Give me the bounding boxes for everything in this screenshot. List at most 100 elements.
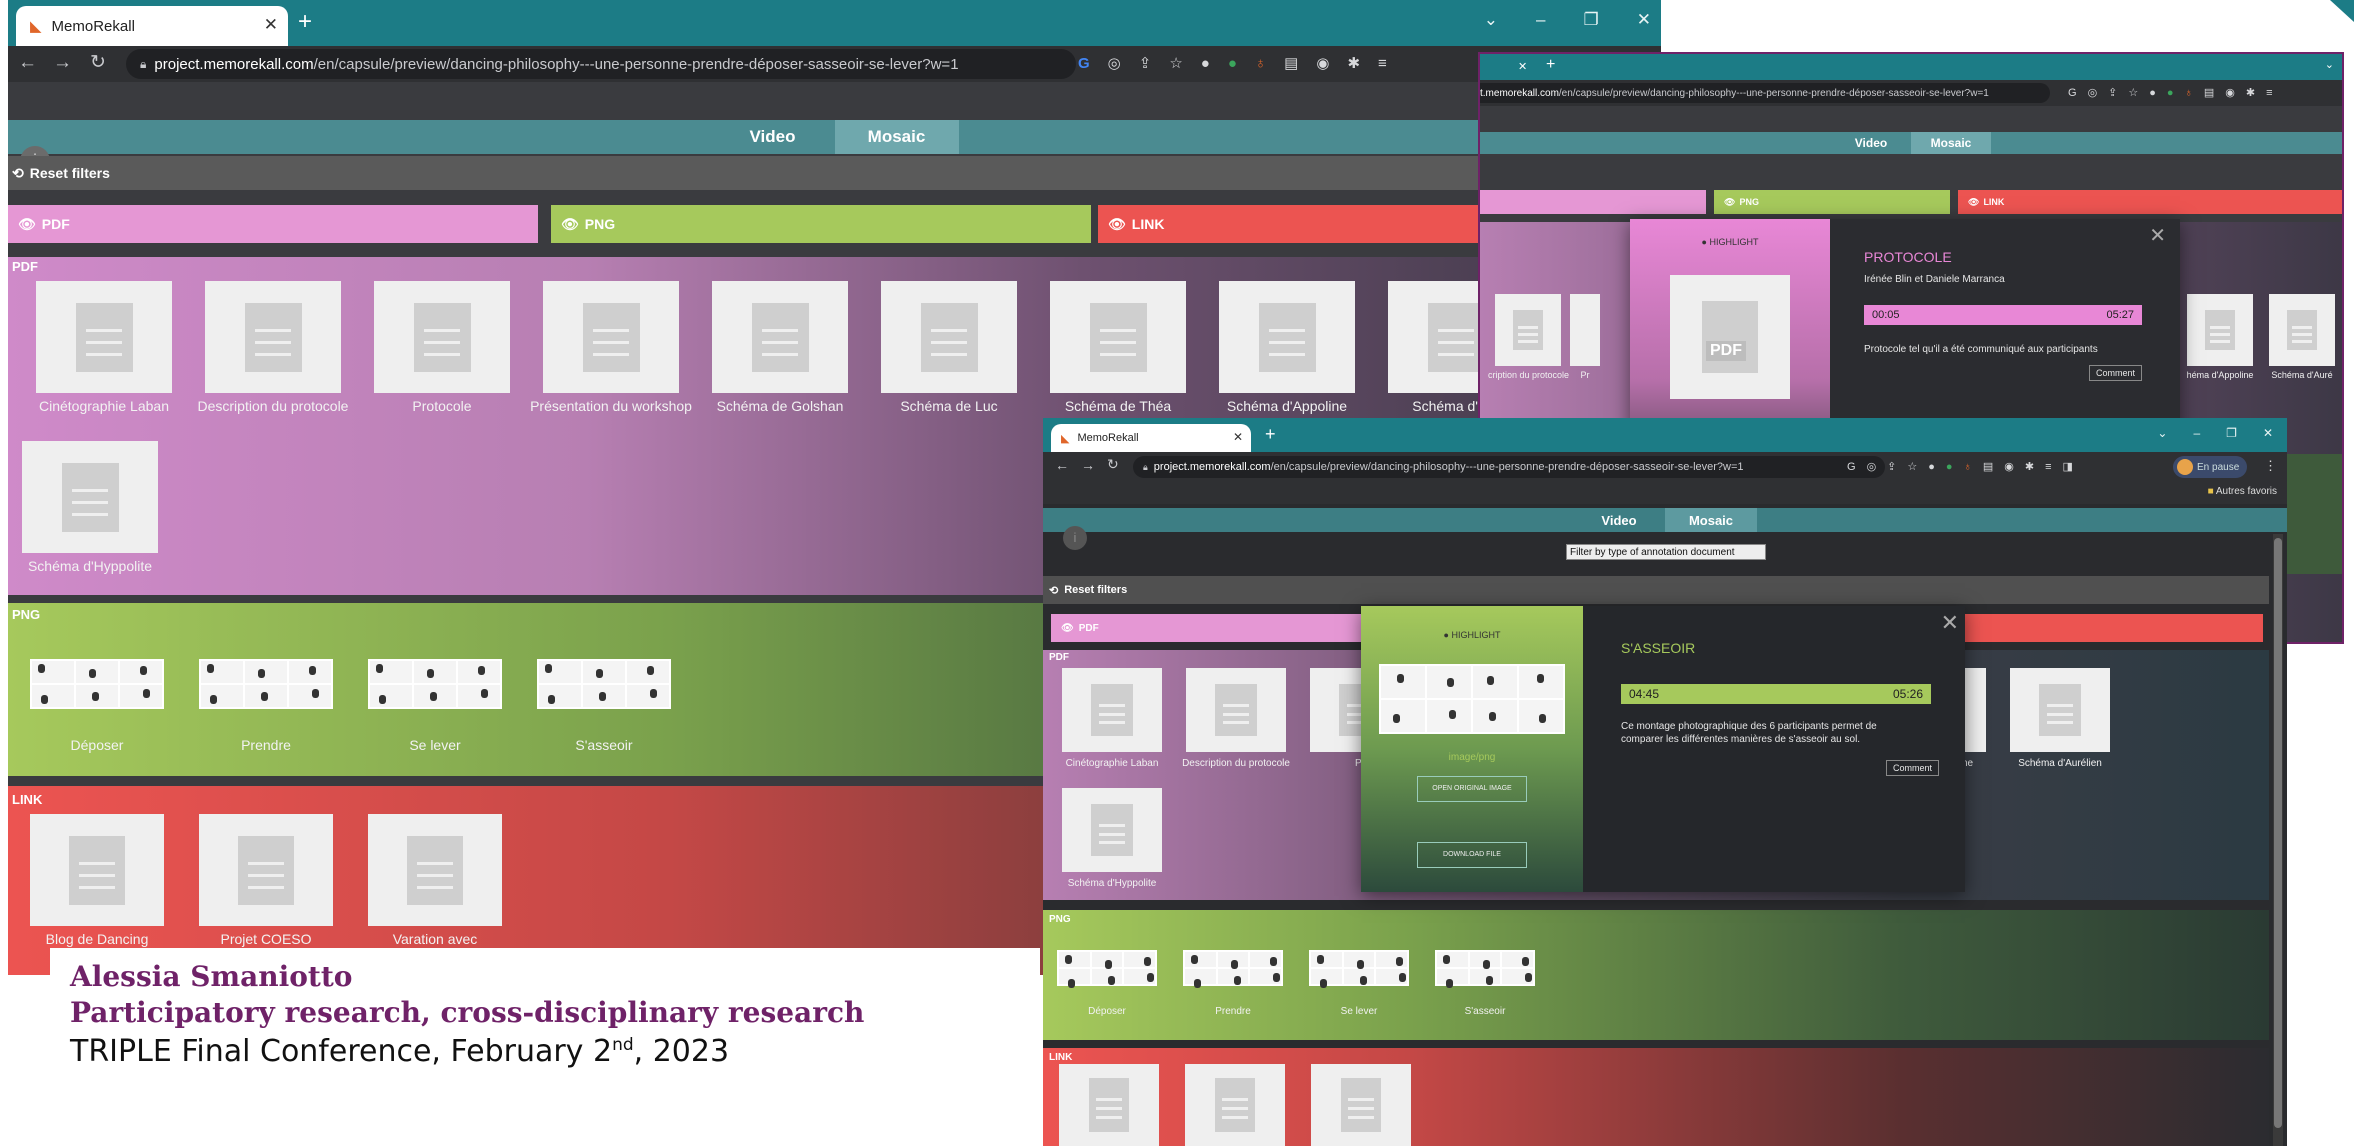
bookmark-star-icon[interactable]: ☆ bbox=[2128, 86, 2138, 99]
image-card[interactable]: Se lever bbox=[368, 659, 502, 753]
document-card[interactable]: Protocole bbox=[360, 281, 524, 414]
extension-icon[interactable]: ◉ bbox=[2225, 86, 2235, 99]
reading-list-icon[interactable]: ≡ bbox=[1378, 55, 1387, 72]
puzzle-icon[interactable]: ✱ bbox=[2246, 86, 2255, 99]
document-card[interactable]: Schéma de Théa bbox=[1036, 281, 1200, 414]
extension-icon[interactable]: ● bbox=[1201, 55, 1210, 72]
extension-icon[interactable]: ▤ bbox=[1284, 54, 1298, 72]
reset-filters-bar[interactable]: ⟲ Reset filters bbox=[1043, 576, 2269, 604]
comment-button[interactable]: Comment bbox=[1885, 760, 1939, 776]
address-bar[interactable]: 🔒︎ project.memorekall.com/en/capsule/pre… bbox=[126, 49, 1076, 79]
extension-icon[interactable]: ▤ bbox=[1983, 460, 1993, 473]
extension-icon[interactable]: ♁ bbox=[1255, 55, 1266, 72]
eye-off-icon[interactable]: ◎ bbox=[2088, 86, 2098, 99]
new-tab-icon[interactable]: + bbox=[298, 8, 312, 36]
close-tab-icon[interactable]: ✕ bbox=[1233, 430, 1243, 444]
reload-icon[interactable]: ↻ bbox=[90, 51, 106, 74]
new-tab-icon[interactable]: + bbox=[1546, 56, 1555, 74]
extension-icon[interactable]: ● bbox=[2149, 87, 2156, 99]
download-file-button[interactable]: DOWNLOAD FILE bbox=[1417, 842, 1527, 868]
open-original-image-button[interactable]: OPEN ORIGINAL IMAGE bbox=[1417, 776, 1527, 802]
sidepanel-icon[interactable]: ◨ bbox=[2062, 460, 2072, 473]
minimize-icon[interactable]: – bbox=[1536, 10, 1545, 30]
share-icon[interactable]: ⇪ bbox=[2108, 86, 2117, 99]
minimize-icon[interactable]: – bbox=[2193, 426, 2200, 440]
forward-icon[interactable]: → bbox=[1081, 457, 1095, 473]
filter-png[interactable]: 👁︎ PNG bbox=[551, 205, 1091, 243]
document-card[interactable]: Schéma de Luc bbox=[867, 281, 1031, 414]
tab-search-icon[interactable]: ⌄ bbox=[2325, 58, 2334, 71]
new-tab-icon[interactable]: + bbox=[1265, 424, 1276, 445]
document-card[interactable]: Schéma d'Hyppolite bbox=[22, 441, 158, 574]
close-tab-icon[interactable]: ✕ bbox=[1518, 60, 1527, 73]
document-card[interactable]: Projet COESO bbox=[199, 814, 333, 947]
restore-icon[interactable]: ❐ bbox=[1584, 10, 1599, 30]
extension-icon[interactable]: ◉ bbox=[1316, 54, 1329, 72]
image-card[interactable]: Prendre bbox=[1183, 950, 1283, 1017]
puzzle-icon[interactable]: ✱ bbox=[1347, 54, 1360, 72]
back-icon[interactable]: ← bbox=[1055, 457, 1069, 473]
info-icon[interactable]: i bbox=[1063, 526, 1087, 550]
reading-list-icon[interactable]: ≡ bbox=[2266, 87, 2272, 99]
document-card[interactable]: Blog de Dancing bbox=[30, 814, 164, 947]
tab-video[interactable]: Video bbox=[1573, 508, 1665, 532]
share-icon[interactable]: ⇪ bbox=[1139, 54, 1152, 72]
document-card[interactable]: Cinétographie Laban bbox=[1057, 668, 1167, 769]
document-card[interactable]: Schéma de Golshan bbox=[698, 281, 862, 414]
document-card[interactable]: Schéma d'Aurélien bbox=[2005, 668, 2115, 769]
restore-icon[interactable]: ❐ bbox=[2226, 426, 2237, 440]
filter-link[interactable]: 👁︎ LINK bbox=[1958, 190, 2342, 214]
share-icon[interactable]: ⇪ bbox=[1887, 460, 1896, 473]
document-card[interactable]: Varation avec chaises bbox=[368, 814, 502, 963]
image-card[interactable]: Prendre bbox=[199, 659, 333, 753]
filter-select[interactable]: Filter by type of annotation document bbox=[1566, 544, 1766, 560]
tab-mosaic[interactable]: Mosaic bbox=[1665, 508, 1757, 532]
close-tab-icon[interactable]: ✕ bbox=[264, 15, 278, 35]
document-card[interactable]: Schéma d'Auré bbox=[2262, 294, 2342, 380]
browser-tab[interactable]: ◣ MemoRekall ✕ bbox=[16, 6, 288, 46]
back-icon[interactable]: ← bbox=[18, 52, 37, 74]
tab-video[interactable]: Video bbox=[1831, 132, 1911, 154]
reading-list-icon[interactable]: ≡ bbox=[2045, 461, 2051, 473]
bookmark-star-icon[interactable]: ☆ bbox=[1907, 460, 1917, 473]
close-window-icon[interactable]: ✕ bbox=[1637, 10, 1651, 30]
image-card[interactable]: S'asseoir bbox=[537, 659, 671, 753]
document-card[interactable]: Présentation du workshop bbox=[529, 281, 693, 414]
document-card[interactable] bbox=[1311, 1064, 1411, 1146]
document-card[interactable]: Pr bbox=[1570, 294, 1600, 380]
scrollbar-thumb[interactable] bbox=[2274, 538, 2282, 1128]
tab-search-icon[interactable]: ⌄ bbox=[1484, 10, 1498, 30]
extension-icon[interactable]: ● bbox=[1228, 55, 1237, 72]
google-icon[interactable]: G bbox=[2068, 87, 2077, 99]
tab-mosaic[interactable]: Mosaic bbox=[834, 120, 959, 154]
tab-search-icon[interactable]: ⌄ bbox=[2157, 426, 2167, 440]
extension-icon[interactable]: ● bbox=[2167, 87, 2174, 99]
eye-off-icon[interactable]: ◎ bbox=[1867, 460, 1877, 473]
image-card[interactable]: Se lever bbox=[1309, 950, 1409, 1017]
extension-icon[interactable]: ♁ bbox=[1964, 461, 1972, 473]
document-card[interactable] bbox=[1185, 1064, 1285, 1146]
bookmark-folder[interactable]: ■ Autres favoris bbox=[2208, 486, 2277, 497]
google-icon[interactable]: G bbox=[1078, 55, 1090, 72]
profile-button[interactable]: En pause bbox=[2173, 456, 2248, 478]
document-card[interactable]: cription du protocole bbox=[1488, 294, 1569, 380]
extension-icon[interactable]: ♁ bbox=[2185, 87, 2193, 99]
comment-button[interactable]: Comment bbox=[2088, 365, 2142, 381]
document-card[interactable]: Description du protocole bbox=[1181, 668, 1291, 769]
extension-icon[interactable]: ▤ bbox=[2204, 86, 2214, 99]
address-bar[interactable]: 🔒︎ project.memorekall.com/en/capsule/pre… bbox=[1133, 456, 1885, 478]
filter-pdf[interactable]: 👁︎ PDF bbox=[8, 205, 538, 243]
google-icon[interactable]: G bbox=[1847, 461, 1856, 473]
eye-off-icon[interactable]: ◎ bbox=[1108, 54, 1121, 72]
scrollbar[interactable] bbox=[2273, 534, 2283, 1146]
document-card[interactable]: Schéma d'Hyppolite bbox=[1057, 788, 1167, 889]
bookmark-star-icon[interactable]: ☆ bbox=[1169, 54, 1182, 72]
reload-icon[interactable]: ↻ bbox=[1107, 456, 1119, 473]
filter-link[interactable] bbox=[1963, 614, 2263, 642]
reset-filters-bar[interactable]: ⟲ Reset filters bbox=[8, 156, 1661, 190]
document-card[interactable]: Schéma d'Appoline bbox=[1205, 281, 1369, 414]
close-icon[interactable]: ✕ bbox=[2149, 223, 2166, 248]
extension-icon[interactable]: ● bbox=[1928, 461, 1935, 473]
close-window-icon[interactable]: ✕ bbox=[2263, 426, 2273, 440]
close-icon[interactable]: ✕ bbox=[1941, 610, 1959, 636]
